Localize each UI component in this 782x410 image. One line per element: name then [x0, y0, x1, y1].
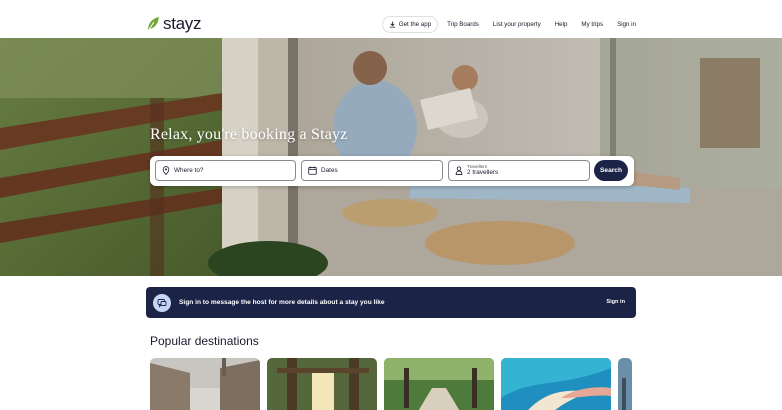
sign-in-banner: Sign in to message the host for more det…	[146, 287, 636, 318]
my-trips-link[interactable]: My trips	[576, 17, 608, 32]
destination-image	[267, 358, 377, 410]
help-link[interactable]: Help	[550, 17, 573, 32]
travellers-text: Travellers 2 travellers	[467, 164, 498, 177]
travellers-value: 2 travellers	[467, 169, 499, 177]
brand-name: stayz	[163, 14, 202, 33]
destination-card[interactable]	[267, 358, 377, 410]
list-property-link[interactable]: List your property	[488, 17, 546, 32]
destination-card[interactable]	[501, 358, 611, 410]
destination-card[interactable]	[618, 358, 632, 410]
search-form: Where to? Dates Travellers 2 travellers …	[150, 156, 634, 186]
hero-title: Relax, you're booking a Stayz	[150, 126, 348, 143]
top-nav: Get the app Trip Boards List your proper…	[378, 16, 641, 33]
leaf-logo-icon	[147, 17, 159, 32]
person-icon	[455, 166, 463, 175]
destination-field[interactable]: Where to?	[155, 160, 296, 181]
sign-in-link[interactable]: Sign in	[612, 17, 641, 32]
download-icon	[389, 21, 395, 28]
destination-image	[501, 358, 611, 410]
trip-boards-link[interactable]: Trip Boards	[442, 17, 484, 32]
message-icon	[153, 293, 171, 312]
stayz-logo[interactable]: stayz	[146, 14, 201, 34]
destination-image	[384, 358, 494, 410]
destination-image	[618, 358, 632, 410]
search-button[interactable]: Search	[594, 160, 628, 181]
banner-sign-in-link[interactable]: Sign in	[606, 299, 625, 305]
get-app-button[interactable]: Get the app	[381, 16, 439, 33]
destination-placeholder: Where to?	[174, 167, 204, 174]
destination-card[interactable]	[384, 358, 494, 410]
destination-card[interactable]	[150, 358, 260, 410]
destination-image	[150, 358, 260, 410]
dates-placeholder: Dates	[321, 167, 338, 174]
dates-field[interactable]: Dates	[301, 160, 443, 181]
location-pin-icon	[162, 166, 170, 175]
calendar-icon	[308, 166, 317, 175]
banner-message: Sign in to message the host for more det…	[179, 299, 385, 306]
travellers-field[interactable]: Travellers 2 travellers	[448, 160, 590, 181]
popular-destinations-title: Popular destinations	[150, 334, 259, 348]
hero-banner: Relax, you're booking a Stayz Where to? …	[0, 38, 782, 276]
get-app-label: Get the app	[398, 21, 432, 28]
destination-carousel	[150, 358, 782, 410]
